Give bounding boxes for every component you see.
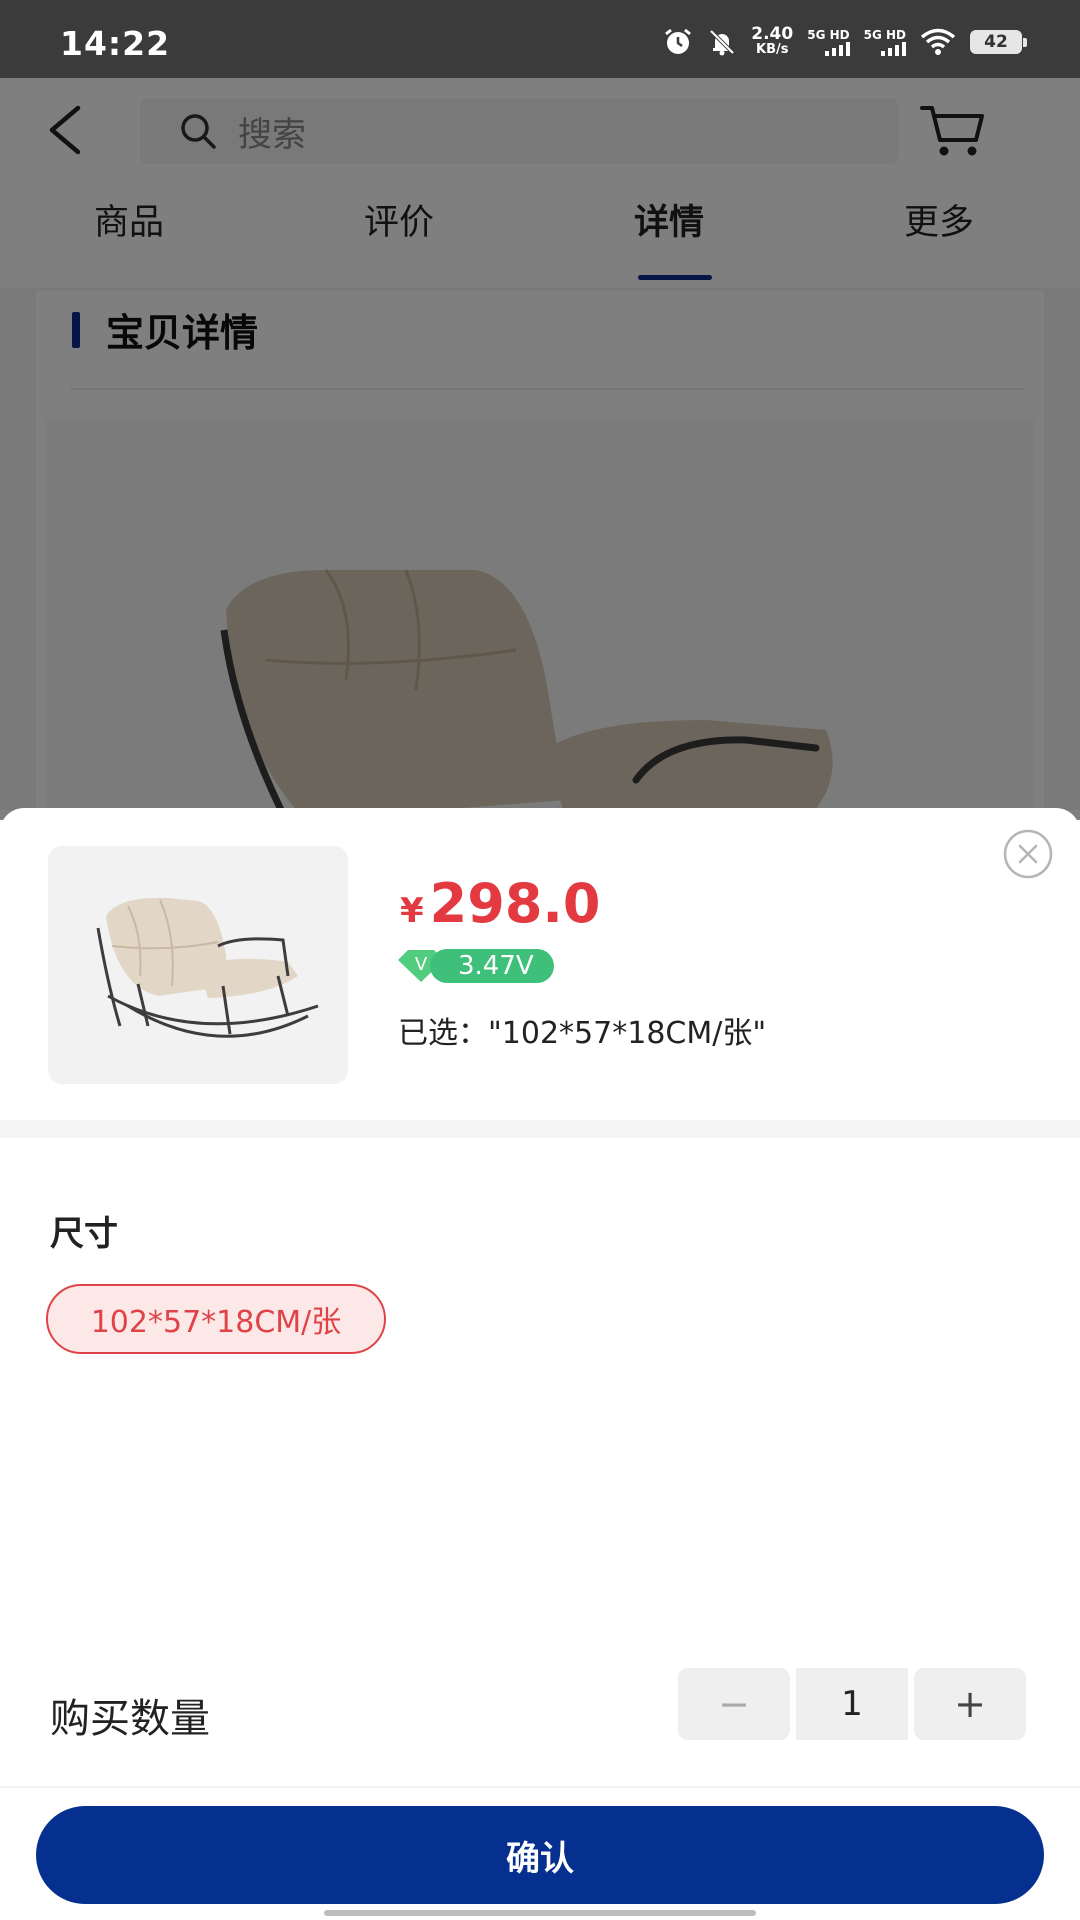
vip-badge: V 3.47V xyxy=(396,948,554,984)
sim2-signal: 5G HD xyxy=(864,28,906,56)
product-thumbnail xyxy=(48,846,348,1084)
signal-bars-icon xyxy=(824,42,850,56)
selected-spec: 已选："102*57*18CM/张" xyxy=(398,1016,767,1051)
sim1-label: 5G HD xyxy=(807,28,850,42)
price-currency: ¥ xyxy=(400,891,424,931)
dim-overlay[interactable] xyxy=(0,78,1080,820)
home-indicator[interactable] xyxy=(324,1910,756,1916)
size-label: 尺寸 xyxy=(50,1214,118,1254)
confirm-button[interactable]: 确认 xyxy=(36,1806,1044,1904)
network-speed: 2.40 KB/s xyxy=(751,26,793,58)
quantity-increase-button[interactable]: + xyxy=(914,1668,1026,1740)
status-icons: 2.40 KB/s 5G HD 5G HD 42 xyxy=(663,22,1027,62)
signal-bars-icon xyxy=(881,42,906,56)
price-value: 298.0 xyxy=(429,872,601,935)
section-divider xyxy=(0,1120,1080,1138)
vip-icon-letter: V xyxy=(415,954,428,975)
network-speed-unit: KB/s xyxy=(756,42,789,57)
alarm-icon xyxy=(665,28,692,54)
quantity-stepper: − 1 + xyxy=(678,1668,1026,1740)
price: ¥ 298.0 xyxy=(400,872,600,935)
close-icon[interactable] xyxy=(1002,828,1054,880)
quantity-decrease-button[interactable]: − xyxy=(678,1668,790,1740)
status-bar: 14:22 2.40 KB/s 5G HD 5G HD 42 xyxy=(0,0,1080,78)
size-option-selected[interactable]: 102*57*18CM/张 xyxy=(46,1284,386,1354)
sku-selector-sheet: ¥ 298.0 V 3.47V 已选："102*57*18CM/张" 尺寸 10… xyxy=(0,808,1080,1920)
network-speed-value: 2.40 xyxy=(751,24,794,44)
sim1-signal: 5G HD xyxy=(807,28,850,56)
status-time: 14:22 xyxy=(60,24,171,63)
mute-icon xyxy=(709,29,735,56)
footer-divider xyxy=(0,1786,1080,1788)
product-image xyxy=(48,846,348,1084)
quantity-label: 购买数量 xyxy=(50,1696,210,1742)
battery-indicator: 42 xyxy=(970,30,1027,54)
wifi-icon xyxy=(920,28,956,55)
vip-value: 3.47V xyxy=(430,949,554,983)
quantity-value[interactable]: 1 xyxy=(796,1668,908,1740)
sim2-label: 5G HD xyxy=(863,28,906,42)
